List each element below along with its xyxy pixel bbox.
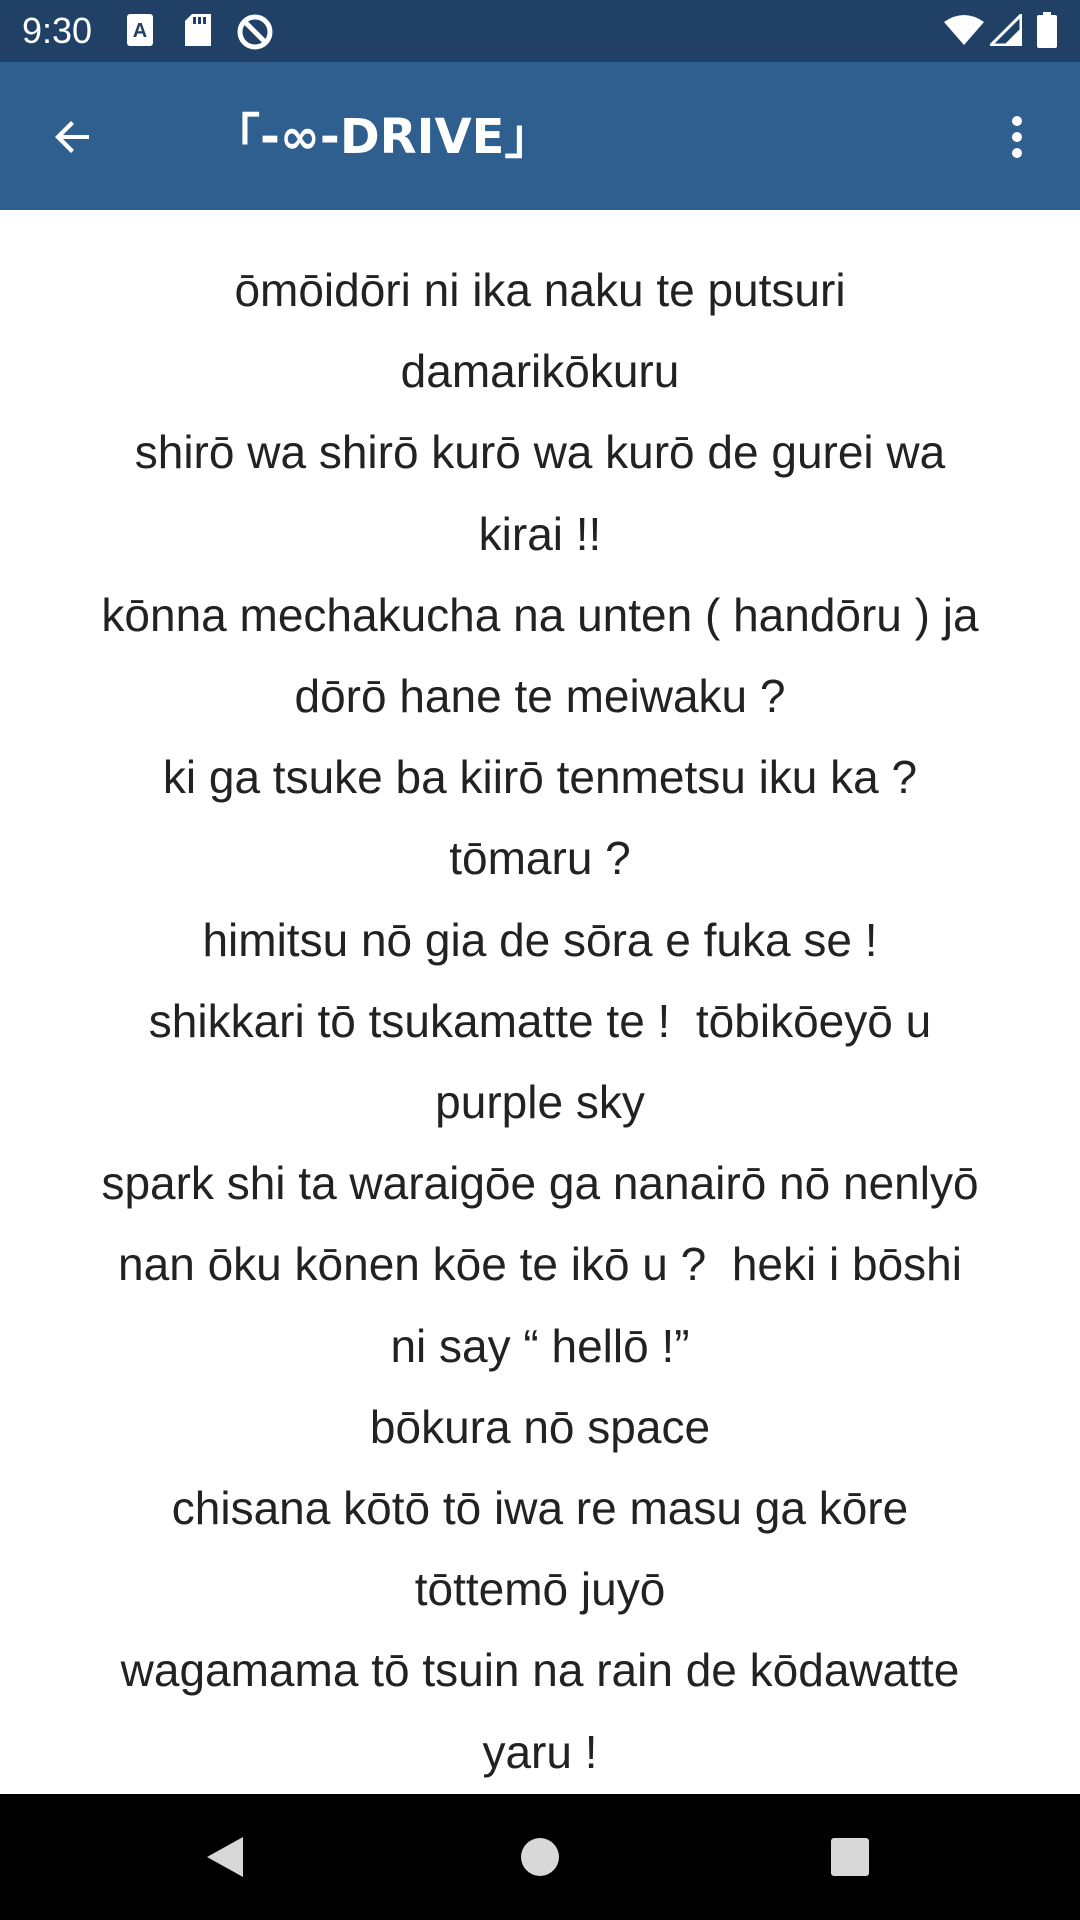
- lyric-line: bōkura nō space: [369, 1400, 711, 1453]
- page-title: 「-∞-DRIVE」: [212, 109, 553, 165]
- a-notification-icon: A: [126, 13, 154, 52]
- nav-home-button[interactable]: [505, 1822, 575, 1892]
- lyric-line: yaru !: [482, 1725, 598, 1778]
- sync-icon: [236, 13, 274, 56]
- sd-card-icon: [184, 13, 212, 52]
- app-bar: 「-∞-DRIVE」: [0, 62, 1080, 210]
- overflow-menu-button[interactable]: [982, 102, 1052, 172]
- svg-text:A: A: [133, 20, 147, 42]
- lyric-line: nan ōku kōnen kōe te ikō u ? heki i bōsh…: [118, 1238, 962, 1291]
- lyric-line: tōmaru ?: [449, 832, 631, 885]
- arrow-back-icon: [55, 121, 89, 153]
- lyric-line: tōttemō juyō: [414, 1563, 666, 1616]
- lyric-line: shikkari tō tsukamatte te ! tōbikōeyō u: [148, 994, 932, 1047]
- status-time: 9:30: [22, 10, 93, 51]
- lyric-line: dōrō hane te meiwaku ?: [294, 670, 786, 723]
- back-button[interactable]: [38, 102, 108, 172]
- navigation-bar: [0, 1794, 1080, 1920]
- lyric-line: kirai !!: [478, 507, 602, 560]
- lyric-line: spark shi ta waraigōe ga nanairō nō nenl…: [101, 1157, 979, 1210]
- more-vert-icon: [1012, 116, 1022, 158]
- status-bar: 9:30 A: [0, 0, 1080, 62]
- wifi-icon: [944, 14, 984, 51]
- nav-back-button[interactable]: [190, 1822, 260, 1892]
- lyric-line: chisana kōtō tō iwa re masu ga kōre: [171, 1482, 909, 1535]
- lyric-line: kōnna mechakucha na unten ( handōru ) ja: [101, 588, 979, 641]
- nav-recents-icon: [831, 1838, 869, 1876]
- nav-back-icon: [207, 1837, 243, 1877]
- lyric-line: purple sky: [435, 1076, 645, 1129]
- lyric-line: wagamama tō tsuin na rain de kōdawatte: [120, 1644, 960, 1697]
- nav-home-icon: [521, 1838, 559, 1876]
- cell-signal-icon: [987, 11, 1023, 51]
- battery-icon: [1036, 12, 1058, 53]
- lyric-line: ki ga tsuke ba kiirō tenmetsu iku ka ?: [162, 751, 918, 804]
- lyrics-text: ōmōidōri ni ika naku te putsuri damarikō…: [0, 250, 1080, 1793]
- lyric-line: ni say “ hellō !”: [390, 1319, 690, 1372]
- lyric-line: damarikōkuru: [400, 345, 680, 398]
- nav-recents-button[interactable]: [815, 1822, 885, 1892]
- lyric-line: shirō wa shirō kurō wa kurō de gurei wa: [134, 426, 946, 479]
- lyric-line: himitsu nō gia de sōra e fuka se !: [202, 913, 878, 966]
- lyric-line: ōmōidōri ni ika naku te putsuri: [234, 264, 846, 316]
